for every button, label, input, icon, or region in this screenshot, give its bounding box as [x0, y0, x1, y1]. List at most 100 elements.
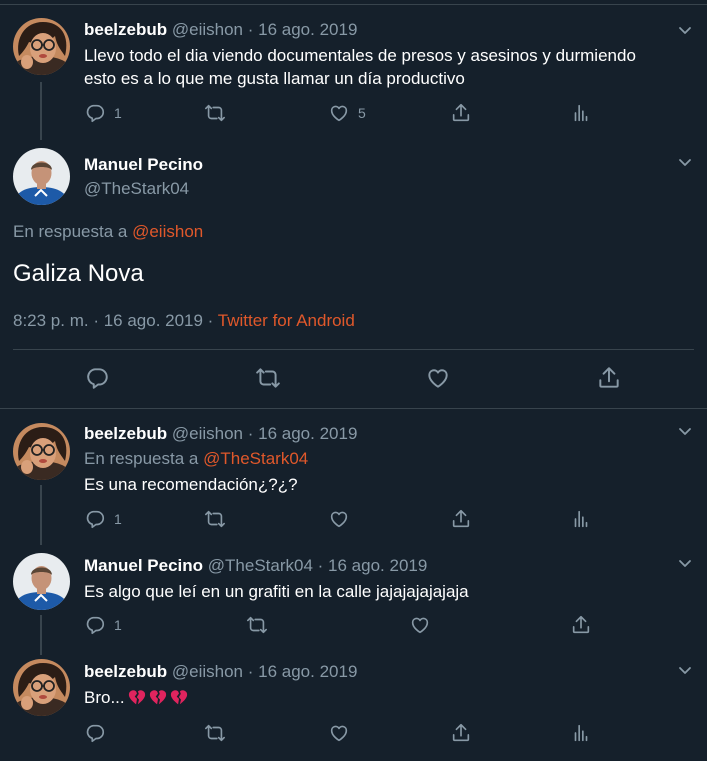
- share-icon: [450, 722, 472, 744]
- tweet-text: Es una recomendación¿?¿?: [84, 475, 298, 494]
- like-button[interactable]: [409, 614, 431, 636]
- author-handle[interactable]: @TheStark04: [84, 179, 189, 199]
- analytics-button[interactable]: [570, 102, 592, 124]
- analytics-button[interactable]: [570, 722, 592, 744]
- heart-icon: [328, 102, 350, 124]
- heart-icon: [328, 722, 350, 744]
- tweet-text: Llevo todo el dia viendo documentales de…: [84, 44, 636, 90]
- broken-heart-icon: [149, 689, 167, 706]
- separator: ·: [247, 20, 254, 39]
- broken-heart-icon: [170, 689, 188, 706]
- tweet-date[interactable]: 16 ago. 2019: [258, 662, 357, 681]
- analytics-icon: [570, 102, 592, 124]
- thread-line: [40, 82, 42, 140]
- tweet-date[interactable]: 16 ago. 2019: [258, 424, 357, 443]
- reply-count: 1: [114, 105, 122, 121]
- tweet-text-line: esto es a lo que me gusta llamar un día …: [84, 69, 465, 88]
- reply-context: En respuesta a @TheStark04: [84, 449, 308, 469]
- tweet-4[interactable]: Manuel Pecino @TheStark04 · 16 ago. 2019…: [0, 539, 707, 655]
- reply-icon: [84, 722, 106, 744]
- tweet-date[interactable]: 16 ago. 2019: [328, 556, 427, 575]
- author-handle[interactable]: @eiishon: [172, 662, 243, 681]
- share-button[interactable]: [450, 722, 472, 744]
- reply-button[interactable]: 1: [84, 614, 122, 636]
- retweet-icon: [204, 722, 226, 744]
- separator: ·: [247, 424, 254, 443]
- author-name[interactable]: Manuel Pecino: [84, 556, 203, 575]
- retweet-icon: [204, 508, 226, 530]
- retweet-button[interactable]: [204, 508, 226, 530]
- thread-line: [40, 485, 42, 545]
- tweet-5[interactable]: beelzebub @eiishon · 16 ago. 2019 Bro...: [0, 649, 707, 761]
- tweet-2-focused[interactable]: Manuel Pecino @TheStark04 En respuesta a…: [0, 140, 707, 410]
- source-link[interactable]: Twitter for Android: [218, 311, 355, 330]
- author-name[interactable]: beelzebub: [84, 424, 167, 443]
- reply-button[interactable]: 1: [84, 102, 122, 124]
- divider: [13, 349, 694, 350]
- reply-count: 1: [114, 511, 122, 527]
- broken-heart-icon: [128, 689, 146, 706]
- analytics-button[interactable]: [570, 508, 592, 530]
- retweet-icon: [246, 614, 268, 636]
- retweet-button[interactable]: [204, 102, 226, 124]
- reply-prefix: En respuesta a: [13, 222, 128, 241]
- tweet-timestamp[interactable]: 8:23 p. m. · 16 ago. 2019 ·: [13, 311, 213, 330]
- separator: ·: [247, 662, 254, 681]
- retweet-button[interactable]: [246, 614, 268, 636]
- tweet-3[interactable]: beelzebub @eiishon · 16 ago. 2019 En res…: [0, 409, 707, 545]
- analytics-icon: [570, 722, 592, 744]
- tweet-text-line: Llevo todo el dia viendo documentales de…: [84, 46, 636, 65]
- like-button[interactable]: [425, 365, 451, 391]
- retweet-icon: [255, 365, 281, 391]
- reply-button[interactable]: [84, 722, 106, 744]
- avatar[interactable]: [13, 423, 70, 480]
- heart-icon: [425, 365, 451, 391]
- reply-handle-link[interactable]: @eiishon: [132, 222, 203, 241]
- tweet-1[interactable]: beelzebub @eiishon · 16 ago. 2019 Llevo …: [0, 0, 707, 140]
- retweet-button[interactable]: [204, 722, 226, 744]
- author-handle[interactable]: @eiishon: [172, 20, 243, 39]
- avatar[interactable]: [13, 659, 70, 716]
- reply-prefix: En respuesta a: [84, 449, 199, 468]
- tweet-text: Bro...: [84, 686, 188, 709]
- like-button[interactable]: [328, 722, 350, 744]
- share-button[interactable]: [570, 614, 592, 636]
- author-handle[interactable]: @TheStark04: [208, 556, 313, 575]
- share-button[interactable]: [596, 365, 622, 391]
- tweet-meta: 8:23 p. m. · 16 ago. 2019 · Twitter for …: [13, 311, 355, 331]
- chevron-down-icon[interactable]: [677, 555, 693, 571]
- avatar[interactable]: [13, 553, 70, 610]
- reply-icon: [84, 508, 106, 530]
- tweet-header: beelzebub @eiishon · 16 ago. 2019: [84, 662, 357, 682]
- tweet-date[interactable]: 16 ago. 2019: [258, 20, 357, 39]
- avatar[interactable]: [13, 148, 70, 205]
- author-handle[interactable]: @eiishon: [172, 424, 243, 443]
- share-icon: [450, 102, 472, 124]
- author-name[interactable]: beelzebub: [84, 662, 167, 681]
- tweet-text: Es algo que leí en un grafiti en la call…: [84, 582, 469, 601]
- author-name[interactable]: beelzebub: [84, 20, 167, 39]
- share-button[interactable]: [450, 508, 472, 530]
- like-button[interactable]: 5: [328, 102, 366, 124]
- reply-handle-link[interactable]: @TheStark04: [203, 449, 308, 468]
- chevron-down-icon[interactable]: [677, 423, 693, 439]
- author-name[interactable]: Manuel Pecino: [84, 155, 203, 175]
- share-button[interactable]: [450, 102, 472, 124]
- reply-icon: [84, 365, 110, 391]
- like-button[interactable]: [328, 508, 350, 530]
- tweet-header: Manuel Pecino @TheStark04 · 16 ago. 2019: [84, 556, 427, 576]
- tweet-actions: [0, 365, 707, 389]
- reply-icon: [84, 102, 106, 124]
- tweet-header: beelzebub @eiishon · 16 ago. 2019: [84, 20, 357, 40]
- share-icon: [450, 508, 472, 530]
- separator: ·: [317, 556, 324, 575]
- reply-context: En respuesta a @eiishon: [13, 222, 203, 242]
- avatar[interactable]: [13, 18, 70, 75]
- reply-button[interactable]: [84, 365, 110, 391]
- share-icon: [596, 365, 622, 391]
- reply-button[interactable]: 1: [84, 508, 122, 530]
- retweet-button[interactable]: [255, 365, 281, 391]
- chevron-down-icon[interactable]: [677, 662, 693, 678]
- chevron-down-icon[interactable]: [677, 154, 693, 170]
- chevron-down-icon[interactable]: [677, 22, 693, 38]
